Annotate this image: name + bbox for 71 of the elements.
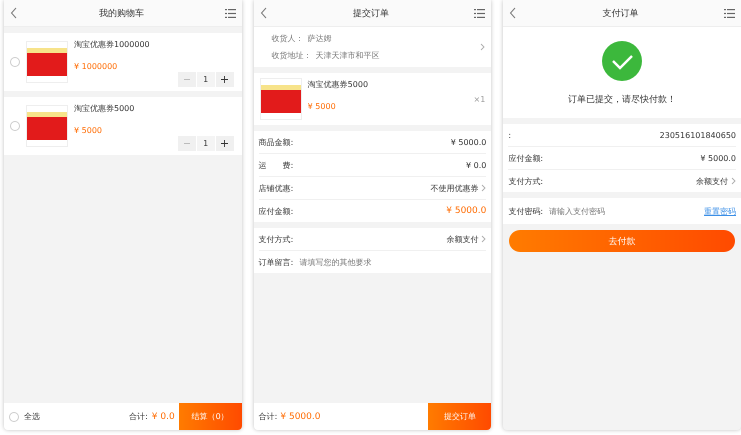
product-name: 淘宝优惠券5000 (308, 79, 368, 90)
checkout-button[interactable]: 结算（0） (178, 403, 242, 430)
chevron-icon (481, 184, 486, 192)
plus-button[interactable] (216, 136, 234, 151)
field-label: 支付方式: (508, 176, 544, 186)
quantity-label: ×1 (474, 94, 486, 104)
minus-icon (184, 79, 190, 80)
plus-icon (221, 76, 228, 83)
field-label: 应付金额: (508, 152, 544, 164)
menu-icon (474, 8, 486, 18)
total-label: 合计: (258, 411, 278, 422)
field-value[interactable]: 不使用优惠券 (430, 182, 478, 194)
status-message: 订单已提交，请尽快付款！ (568, 94, 676, 106)
minus-icon (184, 143, 190, 144)
minus-button[interactable] (178, 72, 196, 87)
recipient-label: 收货人： (272, 33, 304, 44)
reset-password-link[interactable]: 重置密码 (704, 206, 736, 216)
field-value: ¥ 0.0 (466, 160, 486, 170)
item-checkbox[interactable] (10, 121, 20, 131)
password-input[interactable]: 请输入支付密码 (549, 206, 698, 216)
field-value: ¥ 5000.0 (450, 138, 486, 146)
coupon-image (26, 105, 68, 147)
plus-button[interactable] (216, 72, 234, 87)
product-price: ¥ 1000000 (74, 62, 118, 71)
product-price: ¥ 5000 (308, 102, 337, 111)
menu-icon (224, 8, 236, 18)
back-icon (260, 7, 268, 19)
chevron-icon (480, 43, 486, 51)
field-value[interactable]: 余额支付 (446, 234, 478, 244)
select-all-checkbox[interactable] (9, 412, 19, 422)
product-name: 淘宝优惠券1000000 (74, 39, 150, 50)
field-label: 支付密码: (508, 206, 544, 216)
quantity-value: 1 (196, 136, 215, 151)
item-checkbox[interactable] (10, 57, 20, 67)
field-label: 运 费: (258, 160, 294, 170)
total-amount: ¥ 5000.0 (280, 412, 320, 422)
message-input[interactable]: 请填写您的其他要求 (299, 258, 486, 266)
page-title: 我的购物车 (98, 8, 144, 20)
success-check-icon (602, 41, 642, 81)
plus-icon (221, 140, 228, 147)
menu-icon (724, 8, 735, 18)
address-text: 天津天津市和平区 (316, 50, 380, 61)
total-label: 合计: (129, 411, 148, 422)
field-label: 订单留言: (258, 256, 294, 268)
field-value: ¥ 5000.0 (700, 154, 736, 162)
product-name: 淘宝优惠券5000 (74, 103, 134, 114)
pay-button[interactable]: 去付款 (509, 230, 736, 252)
field-value: 230516101840650 (660, 130, 736, 140)
select-all-label: 全选 (24, 411, 40, 422)
chevron-icon (731, 177, 736, 185)
field-label: : (508, 130, 512, 140)
page-title: 支付订单 (602, 8, 639, 20)
coupon-image (26, 41, 68, 83)
page-title: 提交订单 (353, 8, 389, 20)
field-value: ¥ 5000.0 (446, 206, 486, 216)
product-price: ¥ 5000 (74, 126, 103, 135)
field-label: 商品金额: (258, 136, 294, 148)
address-label: 收货地址： (272, 50, 312, 61)
submit-order-button[interactable]: 提交订单 (428, 403, 492, 430)
field-label: 支付方式: (258, 234, 294, 244)
minus-button[interactable] (178, 136, 196, 151)
field-label: 店铺优惠: (258, 182, 294, 194)
field-value[interactable]: 余额支付 (696, 176, 728, 186)
back-icon (509, 7, 518, 19)
back-icon (10, 7, 18, 19)
field-label: 应付金额: (258, 206, 294, 216)
recipient-name: 萨达姆 (308, 33, 332, 44)
quantity-value: 1 (196, 72, 215, 87)
coupon-image (260, 78, 302, 120)
total-amount: ¥ 0.0 (152, 412, 175, 422)
chevron-icon (481, 235, 486, 243)
